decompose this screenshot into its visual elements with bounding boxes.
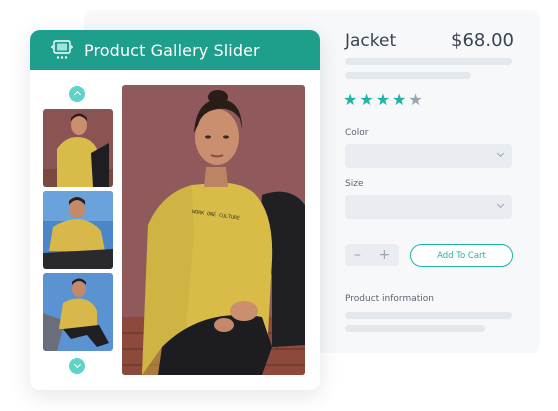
gallery-thumbnail[interactable] — [43, 109, 113, 187]
increase-button[interactable]: + — [378, 247, 390, 263]
color-label: Color — [345, 128, 369, 138]
size-select[interactable] — [345, 195, 512, 219]
gallery-main-image: WORK ONE CULTURE — [122, 85, 305, 375]
information-placeholder-line — [345, 312, 512, 319]
chevron-down-icon — [496, 200, 505, 209]
thumbnail-image — [43, 191, 113, 269]
star-filled-icon: ★ — [375, 90, 391, 109]
thumbnail-image — [43, 109, 113, 187]
description-placeholder-line — [345, 58, 512, 65]
thumbnail-scroll-down-button[interactable] — [69, 358, 85, 374]
decrease-button[interactable]: – — [354, 247, 361, 263]
gallery-title: Product Gallery Slider — [84, 40, 260, 60]
product-title: Jacket — [345, 31, 397, 51]
slider-icon — [50, 40, 74, 59]
chevron-up-icon — [73, 90, 81, 99]
add-to-cart-button[interactable]: Add To Cart — [410, 244, 513, 267]
size-label: Size — [345, 179, 364, 189]
gallery-thumbnail[interactable] — [43, 191, 113, 269]
thumbnail-scroll-up-button[interactable] — [69, 86, 85, 102]
product-information-label: Product information — [345, 294, 434, 304]
chevron-down-icon — [496, 149, 505, 158]
thumbnail-image — [43, 273, 113, 351]
quantity-stepper[interactable]: – + — [345, 244, 399, 266]
color-select[interactable] — [345, 144, 512, 168]
chevron-down-icon — [73, 360, 81, 369]
information-placeholder-line — [345, 325, 485, 332]
star-filled-icon: ★ — [392, 90, 407, 109]
product-gallery-card: Product Gallery Slider WORK ONE CULTURE — [30, 30, 320, 390]
product-price: $68.00 — [451, 30, 514, 51]
main-product-photo: WORK ONE CULTURE — [122, 85, 305, 375]
gallery-thumbnail[interactable] — [43, 273, 113, 351]
star-filled-icon: ★ — [343, 90, 358, 109]
star-filled-icon: ★ — [359, 90, 374, 109]
star-empty-icon: ★ — [408, 90, 423, 109]
gallery-header: Product Gallery Slider — [30, 30, 320, 70]
rating-stars: ★ ★ ★ ★ ★ — [343, 92, 423, 108]
description-placeholder-line — [345, 72, 471, 79]
